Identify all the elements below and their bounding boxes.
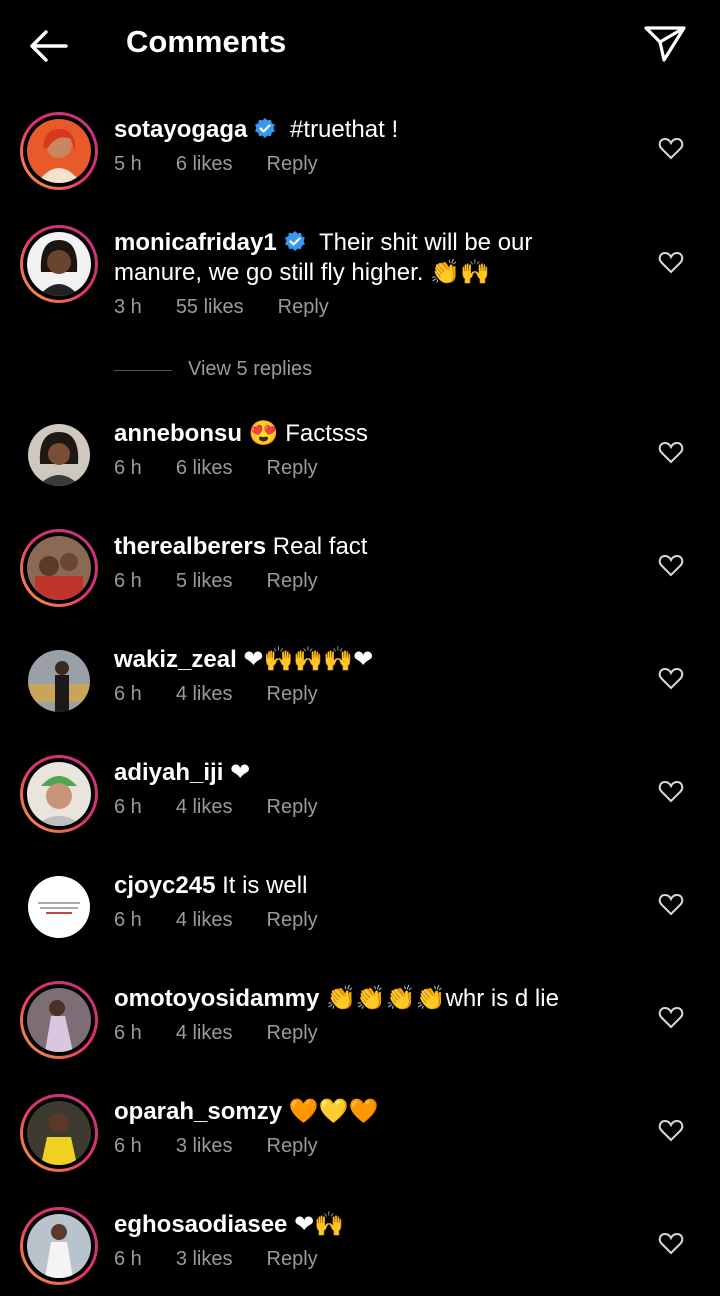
comment-time: 6 h	[114, 683, 142, 705]
comment-item: cjoyc245 It is well 6 h 4 likes Reply	[0, 864, 720, 964]
comment-item: adiyah_iji ❤ 6 h 4 likes Reply	[0, 751, 720, 851]
comment-likes[interactable]: 55 likes	[176, 296, 244, 319]
comment-time: 6 h	[114, 796, 142, 818]
comment-username[interactable]: cjoyc245	[114, 872, 215, 899]
comment-username[interactable]: therealberers	[114, 533, 266, 560]
reply-button[interactable]: Reply	[267, 1022, 318, 1045]
avatar[interactable]	[20, 1094, 98, 1172]
verified-badge-icon	[255, 118, 276, 138]
comment-time: 6 h	[114, 1248, 142, 1270]
comment-username[interactable]: annebonsu	[114, 420, 242, 447]
heart-icon[interactable]	[658, 666, 684, 690]
avatar[interactable]	[20, 1207, 98, 1285]
user-photo	[27, 232, 91, 296]
reply-button[interactable]: Reply	[267, 153, 318, 176]
comment-time: 5 h	[114, 153, 142, 175]
comment-likes[interactable]: 5 likes	[176, 570, 233, 593]
reply-button[interactable]: Reply	[278, 296, 329, 319]
user-photo	[27, 1101, 91, 1165]
comment-time: 6 h	[114, 457, 142, 479]
heart-icon[interactable]	[658, 1231, 684, 1255]
heart-icon[interactable]	[658, 440, 684, 464]
comment-text: ❤🙌	[294, 1211, 345, 1238]
heart-icon[interactable]	[658, 553, 684, 577]
comment-item: therealberers Real fact 6 h 5 likes Reply	[0, 525, 720, 625]
reply-button[interactable]: Reply	[267, 570, 318, 593]
comment-username[interactable]: monicafriday1	[114, 229, 277, 256]
avatar[interactable]	[20, 112, 98, 190]
avatar[interactable]	[20, 225, 98, 303]
heart-icon[interactable]	[658, 136, 684, 160]
user-photo	[28, 424, 90, 486]
user-photo	[27, 762, 91, 826]
comment-text: ❤	[230, 759, 251, 786]
comment-time: 6 h	[114, 909, 142, 931]
comment-time: 6 h	[114, 1135, 142, 1157]
top-bar: Comments	[0, 0, 720, 92]
comment-username[interactable]: omotoyosidammy	[114, 985, 319, 1012]
comment-likes[interactable]: 4 likes	[176, 796, 233, 819]
avatar[interactable]	[20, 868, 98, 946]
reply-button[interactable]: Reply	[267, 1135, 318, 1158]
comment-item: monicafriday1 Their shit will be our man…	[0, 222, 720, 332]
reply-button[interactable]: Reply	[267, 457, 318, 480]
verified-badge-icon	[284, 231, 305, 251]
comment-time: 3 h	[114, 296, 142, 318]
comment-username[interactable]: oparah_somzy	[114, 1098, 282, 1125]
heart-icon[interactable]	[658, 779, 684, 803]
comment-likes[interactable]: 4 likes	[176, 909, 233, 932]
comment-item: annebonsu 😍 Factsss 6 h 6 likes Reply	[0, 412, 720, 512]
arrow-left-icon	[30, 30, 68, 62]
comment-time: 6 h	[114, 1022, 142, 1044]
reply-button[interactable]: Reply	[267, 909, 318, 932]
page-title: Comments	[126, 24, 287, 59]
user-photo	[28, 650, 90, 712]
avatar[interactable]	[20, 416, 98, 494]
reply-button[interactable]: Reply	[267, 1248, 318, 1271]
avatar[interactable]	[20, 755, 98, 833]
comment-time: 6 h	[114, 570, 142, 592]
comment-username[interactable]: adiyah_iji	[114, 759, 223, 786]
comment-text: 😍 Factsss	[248, 420, 368, 447]
comment-text: Real fact	[272, 533, 368, 560]
heart-icon[interactable]	[658, 1118, 684, 1142]
comment-text: 🧡💛🧡	[288, 1098, 379, 1125]
comment-item: sotayogaga #truethat ! 5 h 6 likes Reply	[0, 108, 720, 208]
comment-item: wakiz_zeal ❤🙌🙌🙌❤ 6 h 4 likes Reply	[0, 638, 720, 738]
avatar[interactable]	[20, 529, 98, 607]
comment-item: omotoyosidammy 👏👏👏👏whr is d lie 6 h 4 lik…	[0, 977, 720, 1077]
comment-item: eghosaodiasee ❤🙌 6 h 3 likes Reply	[0, 1203, 720, 1296]
comment-text: It is well	[222, 872, 308, 899]
heart-icon[interactable]	[658, 892, 684, 916]
user-photo	[27, 1214, 91, 1278]
comment-username[interactable]: eghosaodiasee	[114, 1211, 287, 1238]
view-replies-label[interactable]: View 5 replies	[188, 358, 312, 381]
comment-username[interactable]: sotayogaga	[114, 116, 247, 143]
comment-item: oparah_somzy 🧡💛🧡 6 h 3 likes Reply	[0, 1090, 720, 1190]
heart-icon[interactable]	[658, 250, 684, 274]
comment-likes[interactable]: 3 likes	[176, 1248, 233, 1271]
comment-username[interactable]: wakiz_zeal	[114, 646, 237, 673]
comment-likes[interactable]: 3 likes	[176, 1135, 233, 1158]
user-photo	[27, 536, 91, 600]
avatar[interactable]	[20, 981, 98, 1059]
share-button[interactable]	[640, 20, 688, 68]
back-button[interactable]	[26, 26, 70, 66]
divider	[114, 370, 172, 371]
comment-text: ❤🙌🙌🙌❤	[243, 646, 374, 673]
comment-likes[interactable]: 6 likes	[176, 153, 233, 176]
comment-likes[interactable]: 6 likes	[176, 457, 233, 480]
user-photo	[27, 119, 91, 183]
avatar[interactable]	[20, 642, 98, 720]
comment-likes[interactable]: 4 likes	[176, 683, 233, 706]
reply-button[interactable]: Reply	[267, 796, 318, 819]
reply-button[interactable]: Reply	[267, 683, 318, 706]
heart-icon[interactable]	[658, 1005, 684, 1029]
comment-text: #truethat !	[290, 116, 399, 143]
user-photo	[27, 988, 91, 1052]
comment-likes[interactable]: 4 likes	[176, 1022, 233, 1045]
user-photo	[28, 876, 90, 938]
paper-plane-icon	[644, 26, 686, 62]
comment-text: 👏👏👏👏whr is d lie	[326, 985, 559, 1012]
